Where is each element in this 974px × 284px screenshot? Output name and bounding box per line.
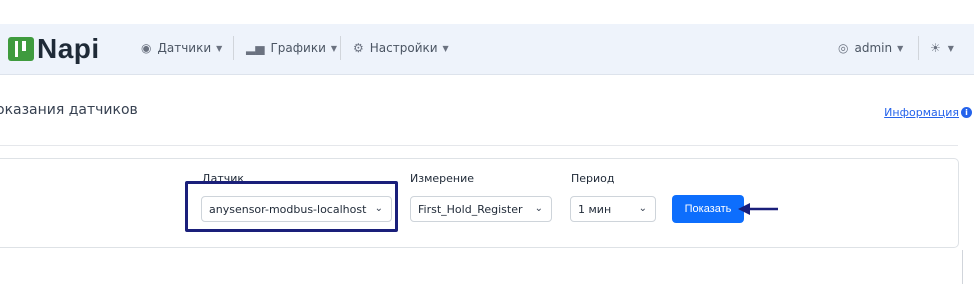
user-menu[interactable]: ◎ admin ▼ xyxy=(838,38,903,58)
nav-sensors[interactable]: ◉ Датчики ▼ xyxy=(141,38,222,58)
gear-icon: ⚙ xyxy=(353,41,364,55)
annotation-arrow-icon xyxy=(738,203,778,215)
nav-sensors-label: Датчики xyxy=(157,41,212,55)
chevron-down-icon: ▼ xyxy=(216,43,223,53)
user-circle-icon: ◎ xyxy=(838,41,849,55)
nav-charts-label: Графики xyxy=(270,41,326,55)
period-select-value: 1 мин xyxy=(578,202,612,216)
bar-chart-icon: ▂▅ xyxy=(246,41,265,55)
chevron-down-icon: ⌄ xyxy=(638,203,647,214)
nav-separator xyxy=(340,36,341,60)
theme-toggle[interactable]: ☀ ▼ xyxy=(930,38,954,58)
info-icon: i xyxy=(961,107,972,118)
measure-select[interactable]: First_Hold_Register ⌄ xyxy=(410,196,552,222)
info-link-label: Информация xyxy=(884,106,959,119)
chevron-down-icon: ▼ xyxy=(442,43,449,53)
annotation-highlight-box xyxy=(185,181,398,232)
user-name: admin xyxy=(854,41,893,55)
show-button[interactable]: Показать xyxy=(672,195,744,223)
brand-logo[interactable]: Napi xyxy=(8,32,100,66)
chevron-down-icon: ▼ xyxy=(897,43,904,53)
sun-icon: ☀ xyxy=(930,41,941,55)
info-link[interactable]: Информация i xyxy=(884,106,972,119)
nav-separator xyxy=(918,36,919,60)
nav-separator xyxy=(233,36,234,60)
chevron-down-icon: ⌄ xyxy=(534,203,543,214)
measure-select-value: First_Hold_Register xyxy=(418,202,523,216)
nav-settings-label: Настройки xyxy=(369,41,438,55)
page-title: оказания датчиков xyxy=(0,102,138,118)
measure-label: Измерение xyxy=(410,172,475,185)
sensor-icon: ◉ xyxy=(141,41,152,55)
chevron-down-icon: ▼ xyxy=(330,43,338,53)
scroll-edge xyxy=(962,250,963,284)
navbar: Napi ◉ Датчики ▼ ▂▅ Графики ▼ ⚙ Настройк… xyxy=(0,24,974,75)
period-select[interactable]: 1 мин ⌄ xyxy=(570,196,656,222)
period-label: Период xyxy=(571,172,615,185)
nav-settings[interactable]: ⚙ Настройки ▼ xyxy=(353,38,449,58)
nav-charts[interactable]: ▂▅ Графики ▼ xyxy=(246,38,337,58)
brand-name: Napi xyxy=(37,33,100,64)
chevron-down-icon: ▼ xyxy=(947,43,954,53)
divider xyxy=(0,145,958,146)
top-strip xyxy=(0,0,974,24)
logo-icon xyxy=(8,37,34,61)
